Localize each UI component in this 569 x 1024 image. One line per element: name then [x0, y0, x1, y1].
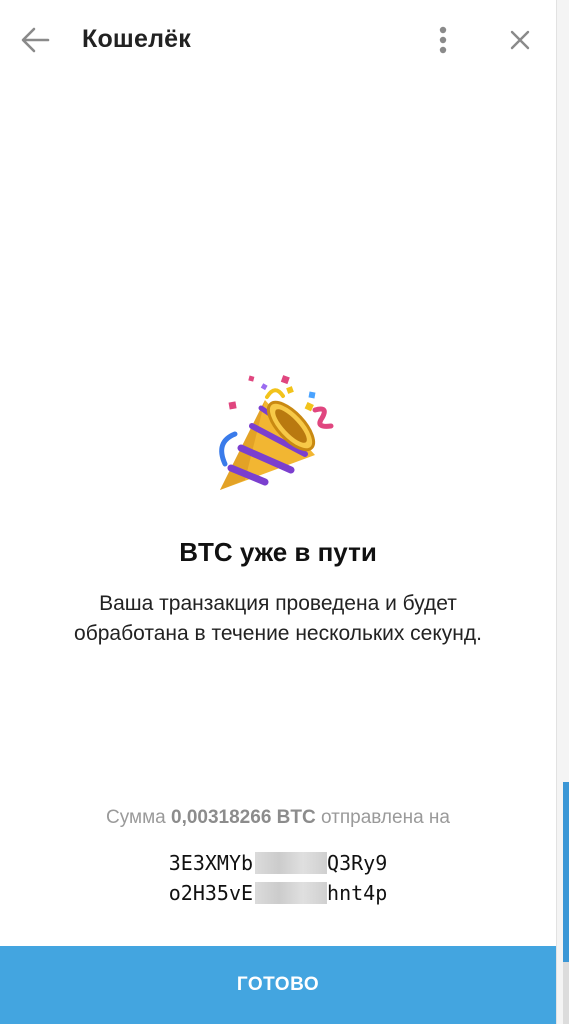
- close-button[interactable]: [500, 20, 540, 60]
- address-line-1: 3E3XMYb Q3Ry9: [0, 848, 556, 878]
- party-popper-icon: [219, 375, 334, 490]
- address-line-2: o2H35vE hnt4p: [0, 878, 556, 908]
- background-window-edge: [556, 0, 569, 1024]
- recipient-address: 3E3XMYb Q3Ry9 o2H35vE hnt4p: [0, 848, 556, 908]
- close-icon: [510, 30, 530, 50]
- amount-suffix: отправлена на: [321, 807, 450, 828]
- more-menu-button[interactable]: [426, 20, 460, 60]
- amount-prefix: Сумма: [106, 807, 166, 828]
- address-line-1-end: Q3Ry9: [327, 851, 388, 875]
- header-bar: Кошелёк: [0, 0, 556, 82]
- arrow-left-icon: [21, 27, 50, 53]
- page-title: Кошелёк: [82, 25, 191, 53]
- address-line-1-start: 3E3XMYb: [168, 851, 254, 875]
- amount-value: 0,00318266 BTC: [171, 807, 316, 828]
- success-headline: BTC уже в пути: [179, 537, 377, 567]
- amount-summary: Сумма 0,00318266 BTC отправлена на: [0, 807, 556, 829]
- more-vertical-icon: [439, 26, 447, 54]
- success-description: Ваша транзакция проведена и будет обрабо…: [74, 592, 482, 645]
- address-line-2-start: o2H35vE: [168, 881, 254, 905]
- done-button[interactable]: ГОТОВО: [0, 946, 556, 1024]
- address-line-2-end: hnt4p: [327, 881, 388, 905]
- wallet-window: Кошелёк BTC уже в пути Ваша транзакция п…: [0, 0, 556, 1024]
- back-button[interactable]: [14, 20, 58, 60]
- address-redaction: [255, 882, 327, 904]
- address-redaction: [255, 852, 327, 874]
